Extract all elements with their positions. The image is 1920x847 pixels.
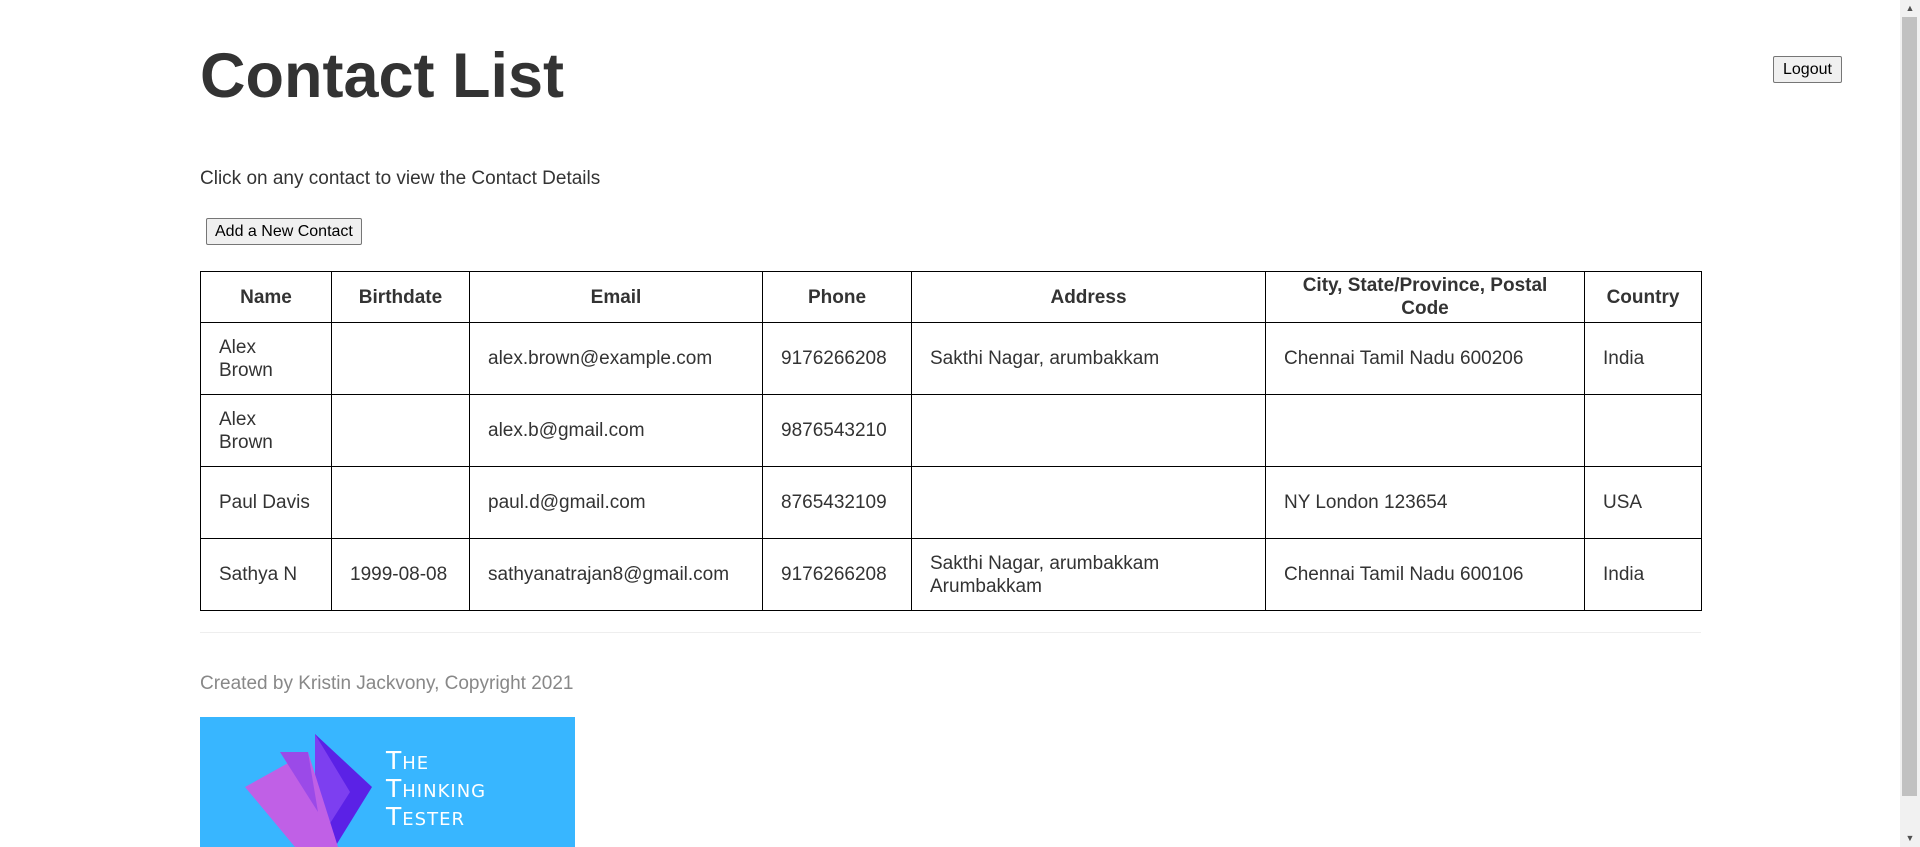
instructions-text: Click on any contact to view the Contact…: [200, 168, 601, 189]
table-row[interactable]: Alex Brown alex.brown@example.com 917626…: [200, 322, 1702, 395]
footer-divider: [200, 632, 1701, 633]
logo-text: The Thinking Tester: [386, 747, 486, 831]
column-header-city: City, State/Province, Postal Code: [1265, 271, 1585, 323]
cell-birthdate: 1999-08-08: [331, 538, 470, 611]
table-row[interactable]: Alex Brown alex.b@gmail.com 9876543210: [200, 394, 1702, 467]
logo-text-line: The: [386, 746, 430, 775]
column-header-birthdate: Birthdate: [331, 271, 470, 323]
column-header-address: Address: [911, 271, 1266, 323]
thinking-tester-logo-icon: [245, 734, 372, 847]
cell-email: paul.d@gmail.com: [469, 466, 763, 539]
cell-phone: 8765432109: [762, 466, 912, 539]
cell-city: [1265, 394, 1585, 467]
cell-name: Alex Brown: [200, 394, 332, 467]
table-row[interactable]: Sathya N 1999-08-08 sathyanatrajan8@gmai…: [200, 538, 1702, 611]
cell-city: Chennai Tamil Nadu 600206: [1265, 322, 1585, 395]
page: Contact List Click on any contact to vie…: [0, 0, 1920, 847]
column-header-country: Country: [1584, 271, 1702, 323]
contacts-table: Name Birthdate Email Phone Address City,…: [200, 271, 1702, 611]
table-row[interactable]: Paul Davis paul.d@gmail.com 8765432109 N…: [200, 466, 1702, 539]
cell-name: Paul Davis: [200, 466, 332, 539]
cell-phone: 9876543210: [762, 394, 912, 467]
cell-name: Alex Brown: [200, 322, 332, 395]
thinking-tester-logo: The Thinking Tester: [200, 717, 575, 847]
logo-text-line: Thinking: [386, 774, 487, 803]
cell-birthdate: [331, 322, 470, 395]
cell-address: [911, 394, 1266, 467]
page-title: Contact List: [200, 41, 565, 111]
logo-text-line: Tester: [386, 802, 465, 831]
cell-email: alex.b@gmail.com: [469, 394, 763, 467]
cell-country: USA: [1584, 466, 1702, 539]
cell-city: NY London 123654: [1265, 466, 1585, 539]
cell-email: alex.brown@example.com: [469, 322, 763, 395]
scroll-up-arrow-icon[interactable]: ▲: [1900, 0, 1920, 17]
footer-credit: Created by Kristin Jackvony, Copyright 2…: [200, 673, 574, 694]
column-header-phone: Phone: [762, 271, 912, 323]
logout-button[interactable]: Logout: [1773, 56, 1842, 83]
vertical-scrollbar[interactable]: ▲ ▼: [1900, 0, 1920, 847]
cell-phone: 9176266208: [762, 322, 912, 395]
cell-country: India: [1584, 322, 1702, 395]
cell-city: Chennai Tamil Nadu 600106: [1265, 538, 1585, 611]
cell-birthdate: [331, 466, 470, 539]
scroll-down-arrow-icon[interactable]: ▼: [1900, 830, 1920, 847]
cell-address: [911, 466, 1266, 539]
cell-address: Sakthi Nagar, arumbakkam Arumbakkam: [911, 538, 1266, 611]
cell-birthdate: [331, 394, 470, 467]
table-header-row: Name Birthdate Email Phone Address City,…: [200, 271, 1702, 323]
cell-address: Sakthi Nagar, arumbakkam: [911, 322, 1266, 395]
add-contact-button[interactable]: Add a New Contact: [206, 218, 362, 245]
column-header-name: Name: [200, 271, 332, 323]
column-header-email: Email: [469, 271, 763, 323]
cell-name: Sathya N: [200, 538, 332, 611]
cell-email: sathyanatrajan8@gmail.com: [469, 538, 763, 611]
cell-country: India: [1584, 538, 1702, 611]
scrollbar-thumb[interactable]: [1902, 17, 1917, 796]
cell-country: [1584, 394, 1702, 467]
cell-phone: 9176266208: [762, 538, 912, 611]
